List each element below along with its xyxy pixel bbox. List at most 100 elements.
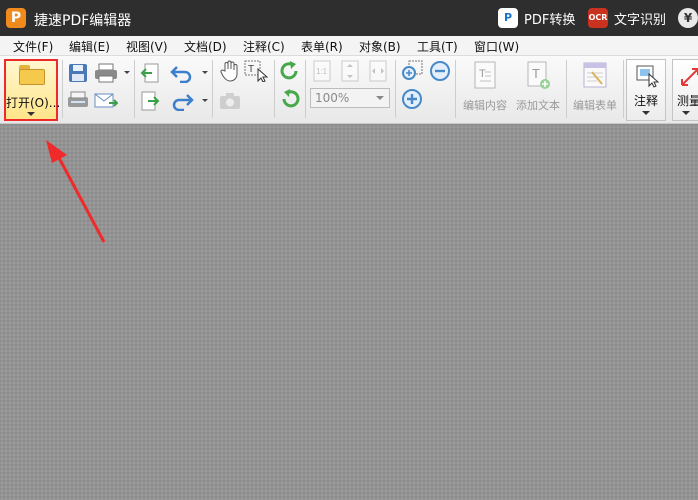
svg-text:T: T xyxy=(532,66,540,81)
rotate-counterclockwise-icon xyxy=(282,89,300,108)
redo-button[interactable] xyxy=(170,90,194,112)
toolbar-separator xyxy=(395,60,396,118)
fit-page-button[interactable] xyxy=(338,60,362,82)
hand-tool-button[interactable] xyxy=(218,60,242,82)
zoom-level-select[interactable]: 100% xyxy=(310,88,390,108)
scan-button[interactable] xyxy=(66,90,90,112)
svg-text:T: T xyxy=(479,68,486,80)
menu-file[interactable]: 文件(F) xyxy=(13,38,53,55)
actual-size-button[interactable]: 1:1 xyxy=(310,60,334,82)
open-label: 打开(O)... xyxy=(6,96,61,110)
add-text-icon: T xyxy=(527,61,550,89)
scanner-icon xyxy=(68,91,88,107)
rotate-counterclockwise-button[interactable] xyxy=(278,88,302,110)
svg-text:1:1: 1:1 xyxy=(316,67,328,76)
save-icon xyxy=(69,64,87,82)
redo-icon xyxy=(172,94,194,111)
menu-view[interactable]: 视图(V) xyxy=(126,38,168,55)
undo-icon xyxy=(170,66,192,83)
measure-dropdown-icon xyxy=(682,111,690,115)
edit-content-icon: T xyxy=(474,61,496,89)
undo-dropdown-icon[interactable] xyxy=(202,71,208,74)
next-page-button[interactable] xyxy=(138,90,162,112)
toolbar-separator xyxy=(62,60,63,118)
annotate-icon xyxy=(636,65,659,88)
title-bar: P 捷速PDF编辑器 P PDF转换 OCR 文字识别 ¥ xyxy=(0,0,698,36)
printer-icon xyxy=(95,63,117,83)
previous-page-button[interactable] xyxy=(138,62,162,84)
email-icon xyxy=(94,93,118,108)
menu-object[interactable]: 对象(B) xyxy=(359,38,401,55)
chevron-down-icon xyxy=(376,96,384,100)
menu-bar: 文件(F) 编辑(E) 视图(V) 文档(D) 注释(C) 表单(R) 对象(B… xyxy=(0,36,698,56)
measure-icon xyxy=(681,68,698,86)
app-title: 捷速PDF编辑器 xyxy=(34,13,132,29)
annotate-label: 注释 xyxy=(633,94,658,108)
document-workspace[interactable] xyxy=(0,125,698,500)
edit-form-label: 编辑表单 xyxy=(573,99,617,112)
pdf-convert-button[interactable]: P PDF转换 xyxy=(498,7,575,29)
rotate-clockwise-icon xyxy=(280,61,298,80)
zoom-tool-button[interactable] xyxy=(400,60,424,82)
edit-form-icon xyxy=(583,62,607,88)
zoom-tool-icon xyxy=(402,60,423,80)
page-back-icon xyxy=(140,63,159,83)
fit-width-button[interactable] xyxy=(366,60,390,82)
zoom-in-icon xyxy=(402,89,422,109)
add-text-button[interactable]: T 添加文本 xyxy=(512,60,564,118)
zoom-level-value: 100% xyxy=(315,91,350,105)
toolbar-separator xyxy=(566,60,567,118)
folder-icon xyxy=(19,65,45,85)
select-text-button[interactable]: T xyxy=(244,60,268,82)
main-toolbar: 打开(O)... T 1:1 100% T 编辑内容 T 添加文本 编辑表单 注… xyxy=(0,56,698,124)
edit-content-label: 编辑内容 xyxy=(463,99,507,112)
svg-text:T: T xyxy=(248,64,254,75)
zoom-in-button[interactable] xyxy=(400,88,424,110)
measure-button[interactable]: 测量 xyxy=(672,59,698,121)
ocr-icon: OCR xyxy=(588,8,608,28)
snapshot-button[interactable] xyxy=(218,90,242,112)
redo-dropdown-icon[interactable] xyxy=(202,99,208,102)
email-button[interactable] xyxy=(94,90,118,112)
measure-label: 测量 xyxy=(677,94,698,108)
toolbar-separator xyxy=(623,60,624,118)
zoom-out-icon xyxy=(430,61,450,81)
open-dropdown-icon xyxy=(27,112,35,116)
edit-form-button[interactable]: 编辑表单 xyxy=(568,60,622,118)
annotate-button[interactable]: 注释 xyxy=(626,59,666,121)
save-button[interactable] xyxy=(66,62,90,84)
toolbar-separator xyxy=(305,60,306,118)
page-forward-icon xyxy=(141,91,160,111)
print-dropdown-icon[interactable] xyxy=(124,71,130,74)
toolbar-separator xyxy=(455,60,456,118)
zoom-out-button[interactable] xyxy=(428,60,452,82)
menu-edit[interactable]: 编辑(E) xyxy=(69,38,110,55)
ocr-label: 文字识别 xyxy=(614,12,667,28)
menu-comment[interactable]: 注释(C) xyxy=(243,38,285,55)
pdf-convert-label: PDF转换 xyxy=(524,12,576,28)
toolbar-separator xyxy=(134,60,135,118)
text-select-icon: T xyxy=(244,60,268,82)
toolbar-separator xyxy=(274,60,275,118)
rotate-clockwise-button[interactable] xyxy=(278,60,302,82)
toolbar-separator xyxy=(212,60,213,118)
yen-icon[interactable]: ¥ xyxy=(678,8,698,28)
print-button[interactable] xyxy=(94,62,118,84)
app-logo-icon: P xyxy=(6,8,26,28)
ocr-button[interactable]: OCR 文字识别 xyxy=(588,7,666,29)
menu-window[interactable]: 窗口(W) xyxy=(474,38,519,55)
fit-width-icon xyxy=(369,60,387,82)
annotate-dropdown-icon xyxy=(642,111,650,115)
hand-icon xyxy=(220,60,238,82)
fit-page-icon xyxy=(341,60,359,82)
actual-size-icon: 1:1 xyxy=(313,60,331,82)
camera-icon xyxy=(220,93,240,109)
add-text-label: 添加文本 xyxy=(516,99,560,112)
menu-form[interactable]: 表单(R) xyxy=(301,38,343,55)
menu-document[interactable]: 文档(D) xyxy=(184,38,227,55)
pdf-convert-icon: P xyxy=(498,8,518,28)
menu-tools[interactable]: 工具(T) xyxy=(417,38,458,55)
undo-button[interactable] xyxy=(170,62,194,84)
open-button[interactable]: 打开(O)... xyxy=(4,59,61,121)
edit-content-button[interactable]: T 编辑内容 xyxy=(459,60,511,118)
